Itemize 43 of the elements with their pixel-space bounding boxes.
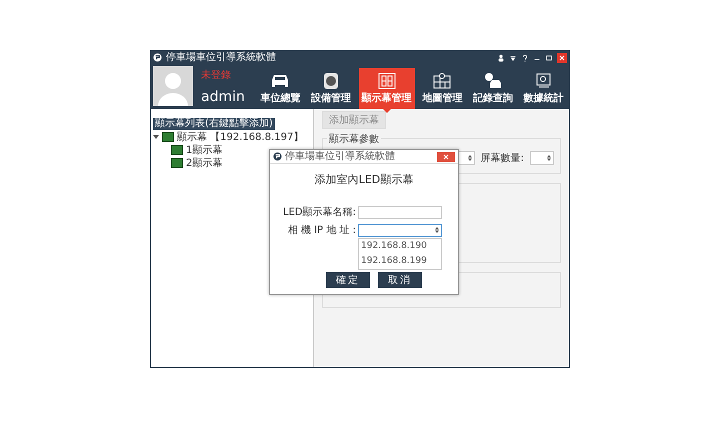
- tree-item[interactable]: 2顯示幕: [186, 156, 222, 170]
- nav-tab[interactable]: 記錄查詢: [470, 68, 516, 109]
- spin-arrows-icon: [435, 227, 439, 233]
- nav-tab[interactable]: 設備管理: [308, 68, 354, 109]
- nav-tab[interactable]: 數據統計: [520, 68, 567, 109]
- tree-item[interactable]: 1顯示幕: [186, 143, 222, 157]
- dropdown-icon[interactable]: [509, 54, 517, 62]
- nav-tab[interactable]: 地圖管理: [419, 68, 466, 109]
- dialog-heading: 添加室內LED顯示幕: [314, 172, 414, 187]
- tree-item[interactable]: 顯示幕 【192.168.8.197】: [177, 130, 304, 144]
- led-icon: [171, 158, 183, 168]
- dropdown-option[interactable]: 192.168.8.199: [359, 254, 441, 268]
- help-icon[interactable]: [521, 54, 529, 62]
- field-label: 屏幕數量:: [480, 152, 524, 165]
- login-status: 未登錄: [201, 68, 232, 82]
- window-title: 停車場車位引導系統軟體: [166, 52, 276, 64]
- close-icon[interactable]: [557, 52, 567, 62]
- dialog-title: 停車場車位引導系統軟體: [285, 150, 395, 162]
- led-display-icon: [376, 73, 397, 89]
- cancel-button[interactable]: 取消: [378, 272, 422, 288]
- user-icon[interactable]: [497, 54, 505, 62]
- maximize-icon[interactable]: [545, 54, 553, 62]
- username: admin: [201, 89, 246, 105]
- input-field[interactable]: [358, 206, 442, 218]
- nav-tab[interactable]: 車位總覽: [257, 68, 304, 109]
- avatar-placeholder: [153, 66, 193, 106]
- select-field[interactable]: [530, 151, 554, 165]
- expand-icon[interactable]: [153, 134, 159, 140]
- led-icon: [171, 145, 183, 155]
- led-icon: [162, 132, 174, 142]
- map-icon: [432, 73, 452, 89]
- app-logo-icon: [273, 152, 282, 161]
- field-label: 相 機 IP 地 址 :: [286, 224, 356, 237]
- field-label: LED顯示幕名稱:: [282, 206, 356, 219]
- spin-arrows-icon: [468, 155, 472, 161]
- spin-arrows-icon: [547, 155, 551, 161]
- list-header: 顯示幕列表(右鍵點擊添加): [153, 118, 275, 130]
- app-logo-icon: [153, 53, 162, 62]
- dropdown-option[interactable]: 192.168.8.190: [359, 238, 441, 254]
- group-title: 顯示幕參數: [327, 132, 381, 146]
- car-icon: [270, 73, 290, 89]
- confirm-button[interactable]: 確定: [326, 272, 370, 288]
- parking-car-icon: [482, 73, 503, 89]
